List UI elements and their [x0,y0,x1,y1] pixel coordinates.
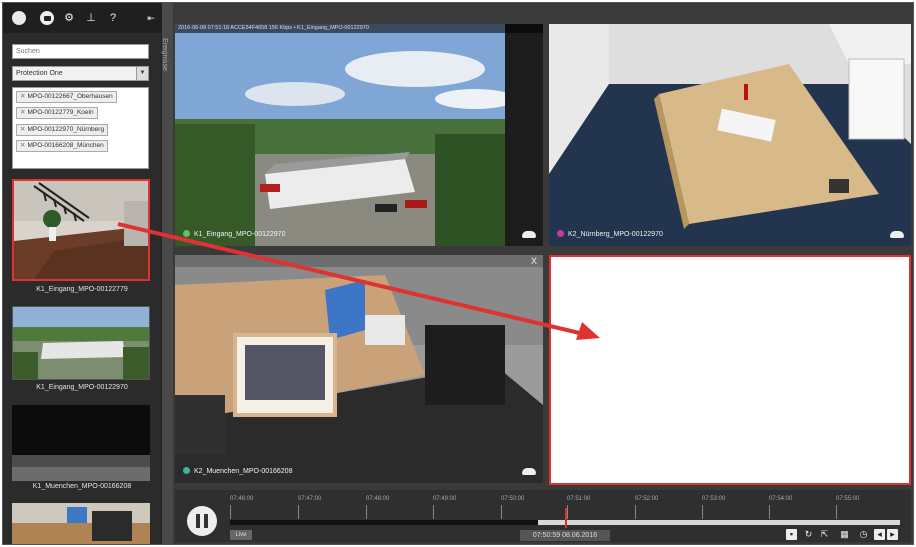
help-icon[interactable]: ? [106,11,120,25]
tick-mark [433,505,434,519]
timeline-progress [230,520,539,525]
tick-label: 07:47:00 [298,496,322,502]
search-input[interactable] [12,44,149,59]
tick-label: 07:52:00 [635,496,659,502]
status-dot-icon [183,230,190,237]
thumbnail-image-office [12,503,150,544]
video-tile-2[interactable]: K2_Nürnberg_MPO-00122970 [549,24,911,246]
camera-icon[interactable] [40,11,54,25]
export-icon[interactable]: ▪ [786,529,797,540]
status-dot-icon [183,467,190,474]
tick-label: 07:54:00 [769,496,793,502]
live-icon[interactable] [12,11,26,25]
camera-thumbnail[interactable] [12,503,150,544]
camera-label: K1_Eingang_MPO-00122970 [183,230,285,238]
camera-feed-meeting-room [549,24,911,246]
tick-mark [501,505,502,519]
tick-mark [230,505,231,519]
camera-feed-outdoor [175,24,543,246]
share-icon[interactable]: ⇱ [819,529,830,540]
next-icon[interactable]: ▸ [887,529,898,540]
tick-label: 07:49:00 [433,496,457,502]
remove-icon[interactable]: ✕ [20,93,25,100]
device-tag[interactable]: ✕ MPO-00166208_München [16,140,108,152]
clock-icon[interactable]: ◷ [858,529,869,540]
device-tag[interactable]: ✕ MPO-00122667_Oberhausen [16,91,117,103]
calendar-icon[interactable]: ▦ [839,529,850,540]
camera-thumbnail[interactable] [12,306,150,380]
camera-thumbnail[interactable] [12,405,150,481]
tick-mark [702,505,703,519]
playhead[interactable] [565,508,567,528]
chevron-down-icon[interactable]: ▼ [136,67,148,80]
tick-label: 07:55:00 [836,496,860,502]
time-readout: 07:50:59 08.06.2016 [520,530,610,541]
tick-mark [635,505,636,519]
live-button[interactable]: Live [230,530,252,540]
prev-icon[interactable]: ◂ [874,529,885,540]
refresh-icon[interactable]: ↻ [803,529,814,540]
timeline: 07:46:00 07:47:00 07:48:00 07:49:00 07:5… [175,490,911,542]
location-select-value: Protection One [16,70,63,77]
tick-label: 07:48:00 [366,496,390,502]
gear-icon[interactable]: ⚙ [62,11,76,25]
remove-icon[interactable]: ✕ [20,109,25,116]
remove-icon[interactable]: ✕ [20,126,25,133]
device-list: ✕ MPO-00122667_Oberhausen ✕ MPO-00122779_K… [12,87,149,169]
empty-video-slot[interactable] [549,255,911,485]
thumbnail-image-dark [12,405,150,481]
status-dot-icon [557,230,564,237]
camera-thumbnail-selected[interactable] [12,179,150,281]
thumbnail-image-parking [13,307,149,379]
thumbnail-image-staircase [14,181,148,279]
thumbnail-label: K1_Eingang_MPO-00122970 [36,384,128,391]
events-panel-label: Ereignisse [160,38,168,71]
camera-label: K2_Nürnberg_MPO-00122970 [557,230,663,238]
events-panel-toggle[interactable]: Ereignisse [161,3,173,544]
tick-mark [298,505,299,519]
collapse-icon[interactable]: ⇤ [144,11,158,25]
video-tile-3[interactable]: X K2_Muenchen_MPO-00166208 [175,255,543,483]
app-window: ⚙ ⊥ ? ⇤ Protection One ▼ ✕MPO-00122667_O… [2,2,914,545]
device-tag[interactable]: ✕ MPO-00122779_Koeln [16,107,98,119]
pause-button[interactable] [187,506,217,536]
tick-mark [769,505,770,519]
location-select[interactable]: Protection One ▼ [12,66,149,81]
video-tile-1[interactable]: 2016-06-08 07:51:18 ACCE54F4658 156 Kbps… [175,24,543,246]
camera-label: K2_Muenchen_MPO-00166208 [183,467,292,475]
cloud-icon[interactable] [522,231,536,238]
tick-label: 07:46:00 [230,496,254,502]
sidebar: ⚙ ⊥ ? ⇤ Protection One ▼ ✕MPO-00122667_O… [3,3,161,544]
sidebar-toolbar: ⚙ ⊥ ? ⇤ [3,3,161,33]
tick-label: 07:53:00 [702,496,726,502]
device-tag[interactable]: ✕ MPO-00122970_Nürnberg [16,124,109,136]
tick-label: 07:50:00 [501,496,525,502]
tick-mark [836,505,837,519]
tick-mark [366,505,367,519]
thumbnail-label: K1_Muenchen_MPO-00166208 [32,483,132,490]
cloud-icon[interactable] [890,231,904,238]
tick-mark [567,505,568,519]
camera-feed-office [175,255,543,483]
user-icon[interactable]: ⊥ [84,11,98,25]
close-icon[interactable]: X [531,256,537,266]
thumbnail-label: K1_Eingang_MPO-00122779 [36,286,128,293]
tick-label: 07:51:00 [567,496,591,502]
video-osd: 2016-06-08 07:51:18 ACCE54F4658 156 Kbps… [175,24,543,33]
remove-icon[interactable]: ✕ [20,142,25,149]
cloud-icon[interactable] [522,468,536,475]
